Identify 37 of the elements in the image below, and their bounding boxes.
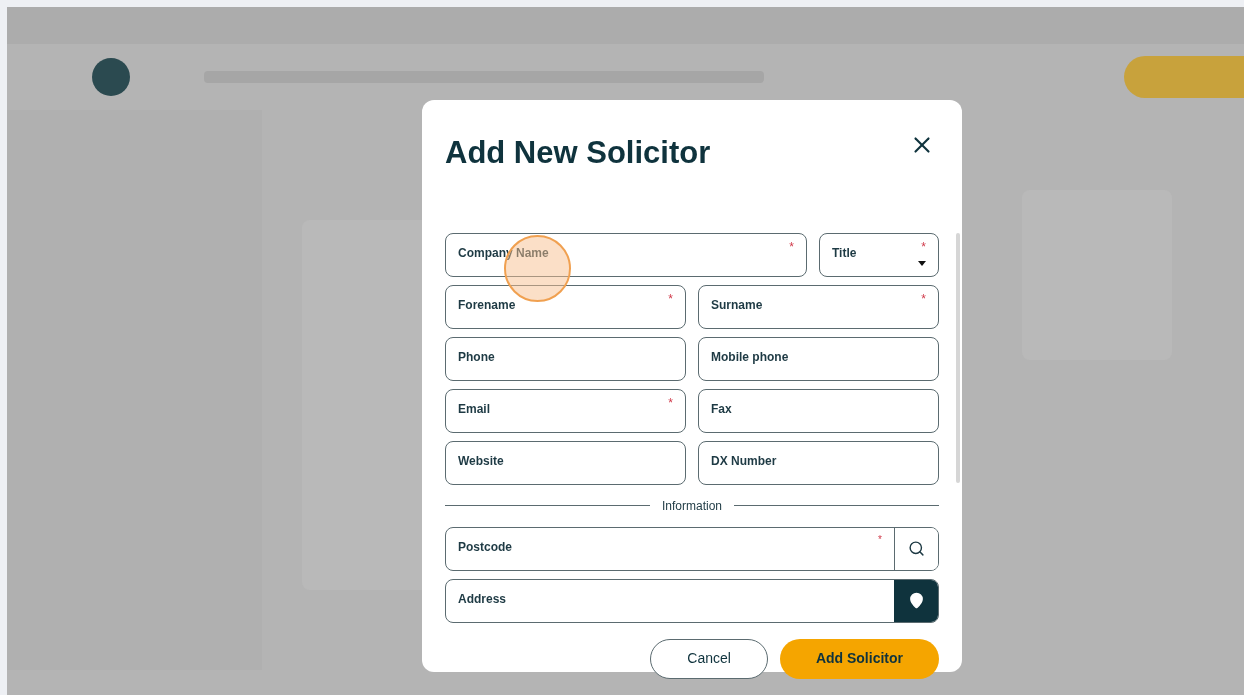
input-field[interactable]: Fax xyxy=(698,388,939,433)
field-label: Mobile phone xyxy=(711,349,789,364)
dialog-title: Add New Solicitor xyxy=(445,134,711,172)
input-field[interactable]: Postcode * xyxy=(445,526,939,571)
field-label: Website xyxy=(458,453,504,468)
section-label: Information xyxy=(662,497,722,515)
field-label: DX Number xyxy=(711,453,777,468)
field-label: Forename xyxy=(458,297,516,312)
input-field[interactable]: Email * xyxy=(445,388,686,433)
field-label: Surname xyxy=(711,297,763,312)
search-icon xyxy=(908,540,925,557)
field-label: Postcode xyxy=(458,539,512,554)
input-field[interactable]: Surname * xyxy=(698,284,939,329)
caret-icon xyxy=(918,260,926,266)
select-field[interactable]: Title * xyxy=(819,232,939,277)
input-field[interactable]: Phone xyxy=(445,336,686,381)
required-mark: * xyxy=(668,290,673,308)
field-label: Fax xyxy=(711,401,732,416)
map-pin-icon xyxy=(907,592,925,609)
input-field[interactable]: DX Number xyxy=(698,440,939,485)
add-solicitor-button[interactable]: Add Solicitor xyxy=(779,638,939,679)
cancel-button[interactable]: Cancel xyxy=(650,638,768,679)
required-mark: * xyxy=(921,238,926,256)
required-mark: * xyxy=(789,238,794,256)
input-field[interactable]: Mobile phone xyxy=(698,336,939,381)
search-button[interactable] xyxy=(894,527,938,570)
input-field[interactable]: Address xyxy=(445,578,939,623)
field-label: Email xyxy=(458,401,490,416)
required-mark: * xyxy=(878,532,882,547)
map-pin-button[interactable] xyxy=(894,579,938,622)
field-label: Title xyxy=(832,245,857,260)
field-label: Phone xyxy=(458,349,495,364)
input-field[interactable]: Forename * xyxy=(445,284,686,329)
input-field[interactable]: Website xyxy=(445,440,686,485)
field-label: Address xyxy=(458,591,507,606)
required-mark: * xyxy=(668,394,673,412)
required-mark: * xyxy=(921,290,926,308)
